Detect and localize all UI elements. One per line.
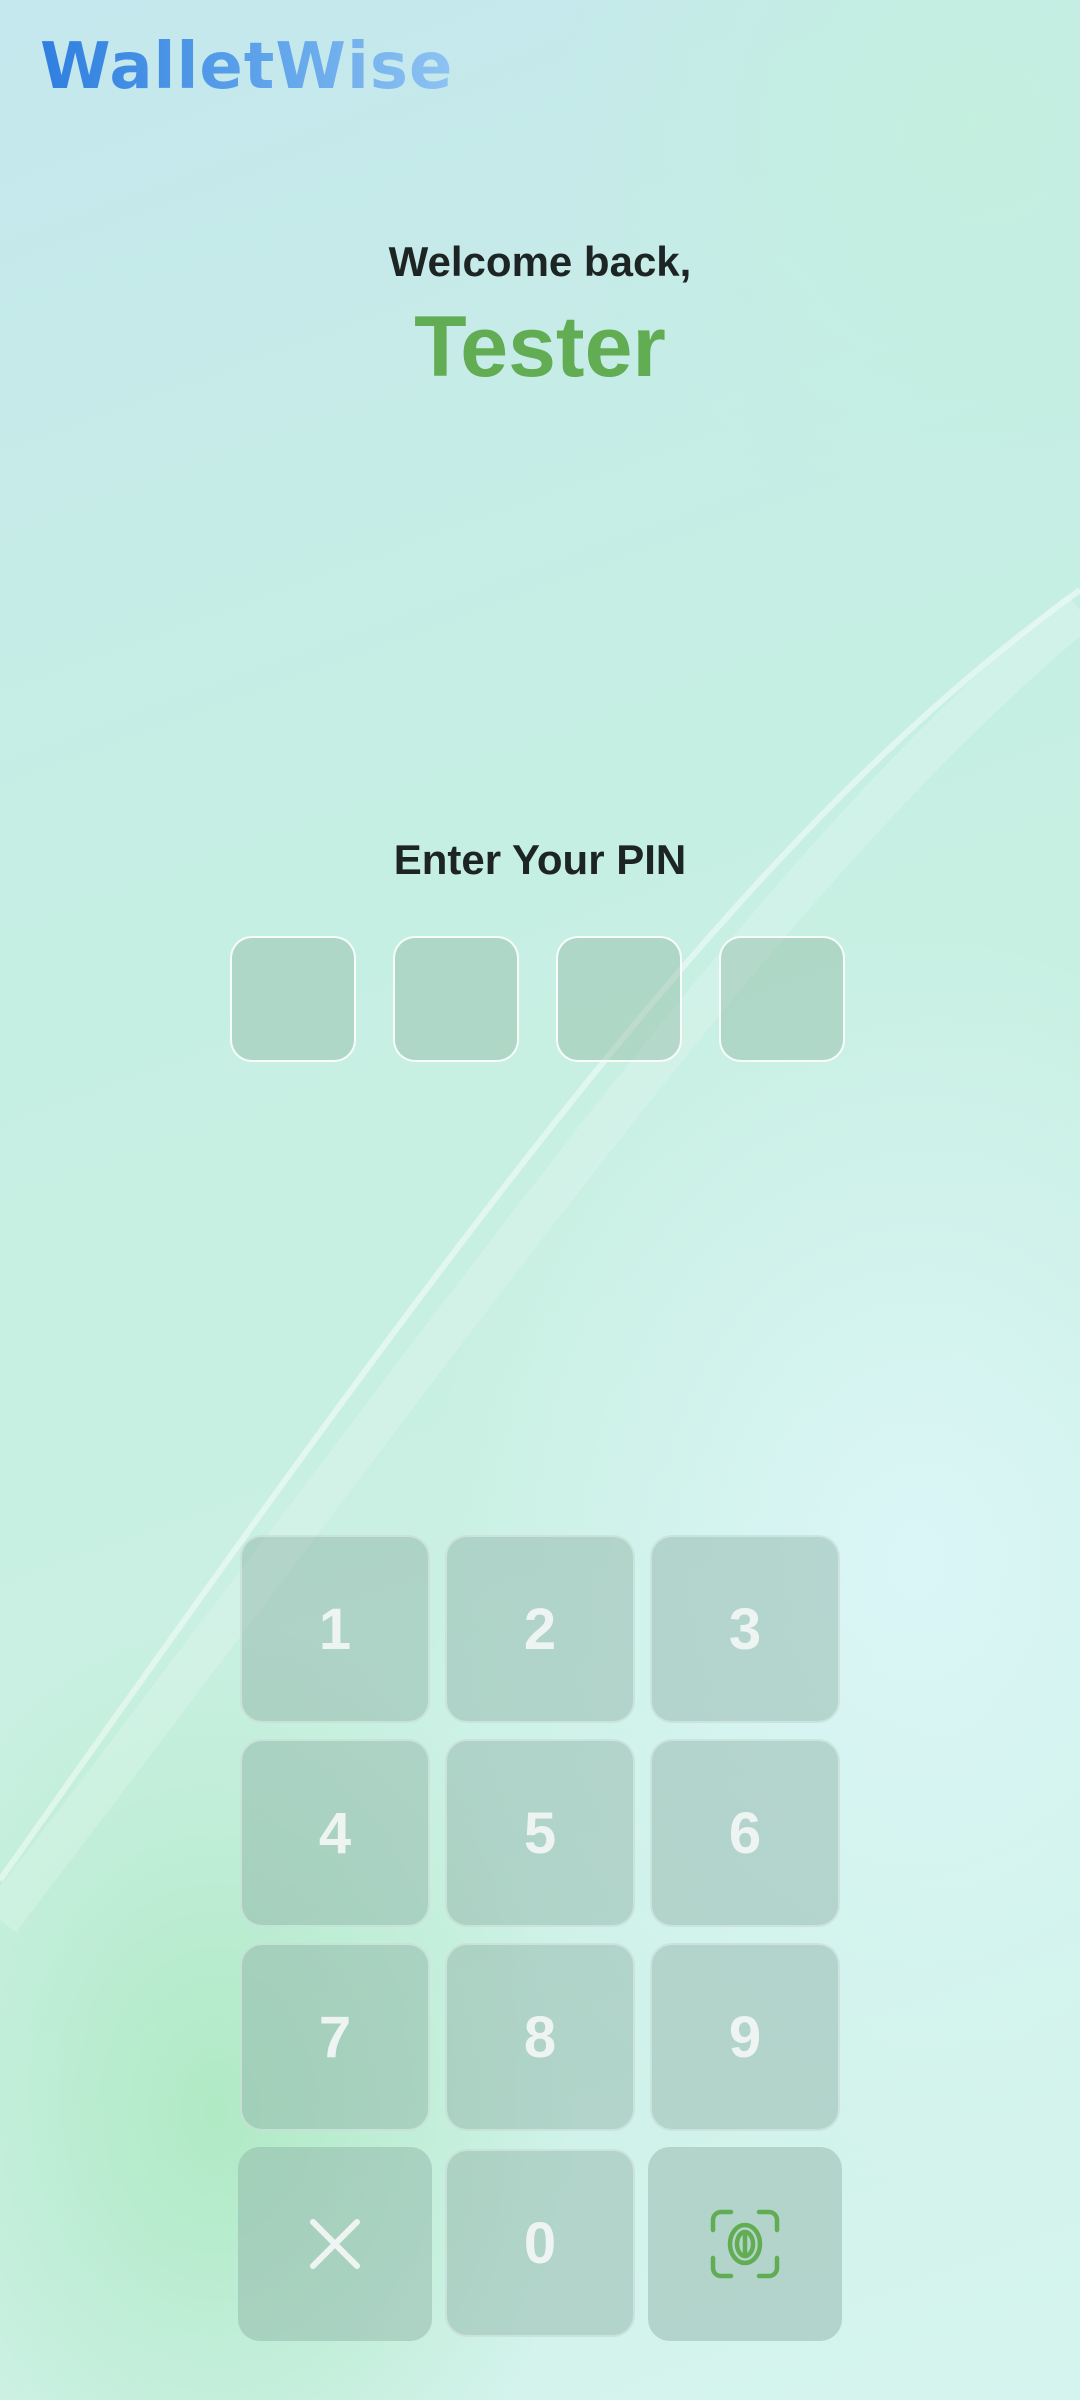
pin-box-4 xyxy=(719,936,845,1062)
biometric-button[interactable] xyxy=(648,2147,842,2341)
pin-keypad: 1 2 3 4 5 6 7 8 9 0 xyxy=(238,1535,842,2345)
key-7[interactable]: 7 xyxy=(240,1943,430,2131)
key-9[interactable]: 9 xyxy=(650,1943,840,2131)
clear-button[interactable] xyxy=(238,2147,432,2341)
key-5[interactable]: 5 xyxy=(445,1739,635,1927)
key-0[interactable]: 0 xyxy=(445,2149,635,2337)
pin-box-2 xyxy=(393,936,519,1062)
key-4[interactable]: 4 xyxy=(240,1739,430,1927)
fingerprint-scan-icon xyxy=(710,2209,780,2279)
key-8[interactable]: 8 xyxy=(445,1943,635,2131)
pin-display xyxy=(230,936,850,1066)
key-6[interactable]: 6 xyxy=(650,1739,840,1927)
close-icon xyxy=(310,2219,360,2269)
pin-box-3 xyxy=(556,936,682,1062)
username-text: Tester xyxy=(414,299,666,395)
app-logo: WalletWise xyxy=(40,30,454,104)
key-1[interactable]: 1 xyxy=(240,1535,430,1723)
pin-box-1 xyxy=(230,936,356,1062)
key-3[interactable]: 3 xyxy=(650,1535,840,1723)
pin-title: Enter Your PIN xyxy=(393,836,687,883)
welcome-text: Welcome back, xyxy=(388,238,692,285)
key-2[interactable]: 2 xyxy=(445,1535,635,1723)
